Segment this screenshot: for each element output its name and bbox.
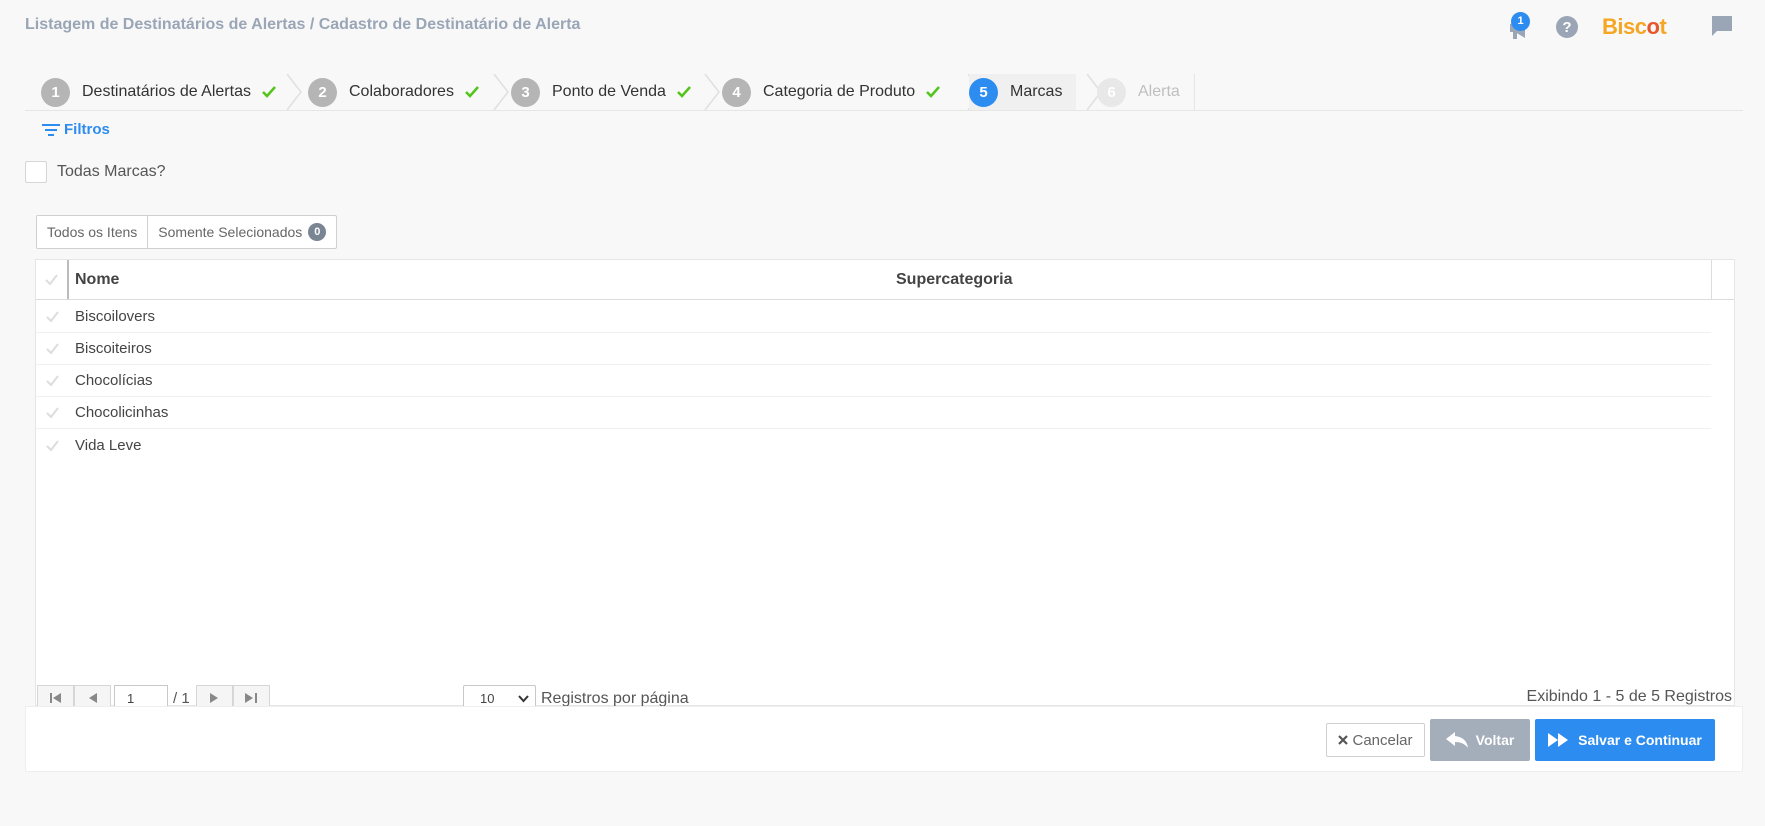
chevron-down-icon	[518, 695, 529, 703]
select-all-checkbox[interactable]	[36, 260, 69, 299]
table-row[interactable]: Chocolicinhas	[36, 397, 1711, 429]
check-icon	[45, 274, 58, 286]
chevron-right-icon	[286, 74, 302, 110]
fast-forward-icon	[1548, 733, 1569, 747]
all-items-label: Todos os Itens	[47, 224, 138, 240]
wizard-step-1[interactable]: 1 Destinatários de Alertas	[41, 74, 277, 110]
step-number: 3	[511, 77, 540, 107]
chat-icon[interactable]	[1710, 14, 1734, 38]
step-number: 5	[969, 77, 998, 107]
notification-count-badge: 1	[1511, 12, 1530, 31]
only-selected-button[interactable]: Somente Selecionados 0	[147, 216, 336, 248]
step-label: Marcas	[1010, 83, 1063, 100]
check-icon	[46, 343, 59, 355]
check-icon	[677, 86, 691, 98]
item-filter-toggle: Todos os Itens Somente Selecionados 0	[36, 215, 338, 249]
step-label: Ponto de Venda	[552, 83, 666, 100]
form-footer: Cancelar Voltar Salvar e Continuar	[25, 706, 1743, 772]
all-items-button[interactable]: Todos os Itens	[37, 216, 147, 248]
selected-count-badge: 0	[308, 223, 327, 241]
records-summary: Exibindo 1 - 5 de 5 Registros	[1526, 688, 1732, 705]
wizard-step-6: 6 Alerta	[1097, 74, 1195, 110]
back-button[interactable]: Voltar	[1430, 719, 1530, 761]
save-continue-label: Salvar e Continuar	[1578, 732, 1702, 748]
check-icon	[926, 86, 941, 98]
row-checkbox[interactable]	[36, 342, 69, 355]
breadcrumb: Listagem de Destinatários de Alertas / C…	[25, 16, 581, 33]
wizard-steps: 1 Destinatários de Alertas 2 Colaborador…	[25, 74, 1743, 111]
close-icon	[1338, 735, 1349, 745]
table-row[interactable]: Biscoiteiros	[36, 333, 1711, 365]
table-row[interactable]: Chocolícias	[36, 365, 1711, 397]
reply-icon	[1445, 732, 1468, 748]
next-page-icon	[209, 693, 218, 703]
cancel-label: Cancelar	[1352, 731, 1413, 749]
svg-text:?: ?	[1562, 19, 1571, 36]
wizard-step-4[interactable]: 4 Categoria de Produto	[722, 74, 941, 110]
first-page-icon	[49, 693, 61, 703]
step-label: Colaboradores	[349, 83, 454, 100]
wizard-step-3[interactable]: 3 Ponto de Venda	[511, 74, 692, 110]
last-page-icon	[245, 693, 258, 703]
wizard-step-2[interactable]: 2 Colaboradores	[308, 74, 480, 110]
only-selected-label: Somente Selecionados	[158, 224, 303, 240]
step-label: Destinatários de Alertas	[82, 83, 251, 100]
chevron-right-icon	[704, 74, 720, 110]
row-name: Vida Leve	[75, 436, 142, 454]
cancel-button[interactable]: Cancelar	[1326, 723, 1425, 757]
table-row[interactable]: Vida Leve	[36, 429, 1711, 461]
row-checkbox[interactable]	[36, 374, 69, 387]
table-header: Nome Supercategoria	[36, 260, 1734, 300]
filters-label: Filtros	[64, 121, 110, 138]
row-checkbox[interactable]	[36, 310, 69, 323]
brand-logo: Biscot	[1602, 14, 1667, 39]
check-icon	[46, 311, 59, 323]
check-icon	[46, 407, 59, 419]
step-number: 6	[1097, 77, 1126, 107]
step-number: 2	[308, 77, 337, 107]
row-checkbox[interactable]	[36, 406, 69, 419]
prev-page-icon	[89, 693, 97, 703]
check-icon	[46, 439, 59, 452]
all-brands-checkbox[interactable]	[25, 161, 47, 183]
step-number: 4	[722, 77, 751, 107]
step-label: Alerta	[1138, 83, 1180, 100]
save-continue-button[interactable]: Salvar e Continuar	[1535, 719, 1715, 761]
help-icon[interactable]: ?	[1555, 15, 1579, 39]
check-icon	[465, 86, 479, 98]
filters-toggle[interactable]: Filtros	[42, 121, 110, 138]
all-brands-option: Todas Marcas?	[25, 161, 166, 183]
check-icon	[262, 86, 276, 98]
column-header-supercategory[interactable]: Supercategoria	[896, 271, 1012, 289]
row-name: Chocolícias	[75, 372, 153, 389]
brands-table: Nome Supercategoria Biscoilovers Biscoit…	[35, 259, 1735, 706]
back-label: Voltar	[1475, 732, 1515, 748]
all-brands-label: Todas Marcas?	[57, 163, 166, 180]
wizard-step-5[interactable]: 5 Marcas	[969, 74, 1077, 110]
per-page-label: Registros por página	[541, 689, 689, 707]
row-checkbox[interactable]	[36, 439, 69, 452]
row-name: Biscoilovers	[75, 308, 156, 325]
filter-icon	[42, 123, 60, 136]
table-row[interactable]: Biscoilovers	[36, 301, 1711, 333]
check-icon	[46, 375, 59, 387]
row-name: Chocolicinhas	[75, 404, 169, 421]
column-header-name[interactable]: Nome	[75, 271, 119, 289]
step-number: 1	[41, 77, 70, 107]
step-label: Categoria de Produto	[763, 83, 916, 100]
column-divider	[1711, 260, 1712, 300]
row-name: Biscoiteiros	[75, 340, 152, 357]
chevron-right-icon	[493, 74, 509, 110]
page-total: / 1	[173, 689, 190, 707]
per-page-value: 10	[480, 691, 495, 706]
